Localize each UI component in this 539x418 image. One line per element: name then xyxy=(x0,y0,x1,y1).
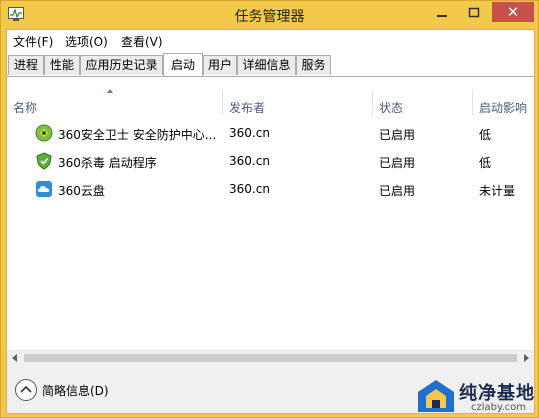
menu-file[interactable]: 文件(F) xyxy=(13,33,53,50)
horizontal-scrollbar[interactable] xyxy=(7,350,534,365)
fewer-details-button[interactable] xyxy=(15,379,37,401)
360-antivirus-shield-icon xyxy=(36,152,52,170)
startup-item-name: 360云盘 xyxy=(58,184,105,198)
title-bar[interactable]: 任务管理器 ✕ xyxy=(1,1,538,29)
startup-item-status: 已启用 xyxy=(379,128,416,142)
client-area: 文件(F) 选项(O) 查看(V) 进程 性能 应用历史记录 启动 用户 详细信… xyxy=(6,29,535,414)
column-header-status[interactable]: 状态 xyxy=(379,99,403,116)
column-header-startup-impact[interactable]: 启动影响 xyxy=(479,99,527,116)
tab-details[interactable]: 详细信息 xyxy=(237,55,296,75)
360-safeguard-icon xyxy=(35,124,53,142)
startup-item-status: 已启用 xyxy=(379,156,416,170)
table-header: 名称 发布者 状态 启动影响 xyxy=(7,77,534,115)
startup-item-publisher: 360.cn xyxy=(229,126,270,140)
scrollbar-thumb[interactable] xyxy=(24,354,517,362)
watermark-logo-icon xyxy=(418,380,454,412)
tab-processes[interactable]: 进程 xyxy=(8,55,44,75)
tab-services[interactable]: 服务 xyxy=(296,55,331,75)
startup-item-impact: 低 xyxy=(479,128,492,142)
startup-item-name: 360杀毒 启动程序 xyxy=(58,156,157,170)
startup-item-impact: 未计量 xyxy=(479,184,516,198)
window-title: 任务管理器 xyxy=(234,9,305,25)
tab-performance[interactable]: 性能 xyxy=(44,55,80,75)
column-divider[interactable] xyxy=(372,90,373,115)
task-manager-window: 任务管理器 ✕ 文件(F) 选项(O) 查看(V) 进程 性能 应用历史记录 启… xyxy=(0,0,539,418)
menu-options[interactable]: 选项(O) xyxy=(65,33,108,50)
startup-item-publisher: 360.cn xyxy=(229,154,270,168)
tab-bar: 进程 性能 应用历史记录 启动 用户 详细信息 服务 xyxy=(7,53,534,77)
scroll-left-icon[interactable] xyxy=(12,354,17,362)
column-divider[interactable] xyxy=(472,90,473,115)
table-row[interactable]: 360安全卫士 安全防护中心... 360.cn 已启用 低 xyxy=(7,120,534,148)
column-header-name[interactable]: 名称 xyxy=(13,99,37,116)
startup-item-name: 360安全卫士 安全防护中心... xyxy=(58,128,217,142)
minimize-icon xyxy=(437,15,447,17)
startup-item-publisher: 360.cn xyxy=(229,182,270,196)
watermark: 纯净基地 czlaby.com xyxy=(411,377,536,415)
table-row[interactable]: 360云盘 360.cn 已启用 未计量 xyxy=(7,176,534,204)
maximize-button[interactable] xyxy=(459,3,489,23)
close-button[interactable]: ✕ xyxy=(492,2,534,22)
watermark-url: czlaby.com xyxy=(471,402,527,413)
table-row[interactable]: 360杀毒 启动程序 360.cn 已启用 低 xyxy=(7,148,534,176)
sort-ascending-icon xyxy=(107,89,113,93)
scroll-right-icon[interactable] xyxy=(524,354,529,362)
tab-users[interactable]: 用户 xyxy=(203,55,237,75)
close-icon: ✕ xyxy=(506,3,520,21)
tab-app-history[interactable]: 应用历史记录 xyxy=(80,55,163,75)
minimize-button[interactable] xyxy=(427,3,457,23)
tab-startup[interactable]: 启动 xyxy=(163,53,203,76)
chevron-up-icon xyxy=(20,385,32,393)
menu-bar: 文件(F) 选项(O) 查看(V) xyxy=(7,30,534,50)
menu-view[interactable]: 查看(V) xyxy=(121,33,163,50)
360-cloud-disk-icon xyxy=(36,181,52,197)
column-divider[interactable] xyxy=(222,90,223,115)
fewer-details-label[interactable]: 简略信息(D) xyxy=(42,382,109,399)
startup-item-status: 已启用 xyxy=(379,184,416,198)
startup-item-impact: 低 xyxy=(479,156,492,170)
maximize-icon xyxy=(468,7,480,18)
column-header-publisher[interactable]: 发布者 xyxy=(229,99,265,116)
